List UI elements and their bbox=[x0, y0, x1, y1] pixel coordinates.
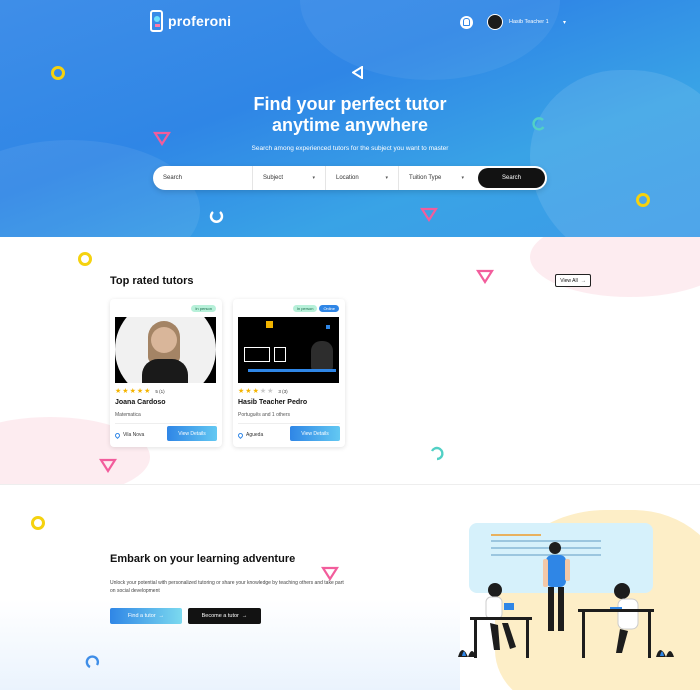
logo[interactable]: proferoni bbox=[150, 10, 231, 32]
tutor-name: Joana Cardoso bbox=[115, 399, 166, 406]
star-icon: ★ bbox=[115, 388, 122, 395]
star-rating: ★ ★ ★ ★ ★ 3 (3) bbox=[238, 388, 288, 395]
become-tutor-label: Become a tutor bbox=[201, 613, 239, 619]
hero-title-line: Find your perfect tutor bbox=[253, 94, 447, 114]
location-select[interactable]: Location ▾ bbox=[326, 166, 399, 190]
subject-label: Subject bbox=[263, 175, 284, 181]
chevron-down-icon: ▾ bbox=[385, 175, 388, 181]
user-name[interactable]: Hasib Teacher 1 bbox=[509, 19, 553, 26]
search-button[interactable]: Search bbox=[478, 168, 545, 188]
tutor-location: Agueda bbox=[236, 431, 264, 439]
location-text: Vila Nova bbox=[123, 432, 145, 438]
tutor-photo bbox=[238, 317, 339, 383]
rating-count: 5 (1) bbox=[155, 389, 165, 394]
in-person-tag: In person bbox=[191, 305, 216, 312]
location-text: Agueda bbox=[246, 432, 264, 438]
hero-title: Find your perfect tutor anytime anywhere bbox=[0, 94, 700, 136]
star-icon: ★ bbox=[136, 388, 144, 395]
star-icon: ★ bbox=[259, 388, 267, 395]
star-icon: ★ bbox=[144, 388, 151, 395]
tutor-subject: Português and 1 others bbox=[238, 412, 290, 418]
arrow-right-icon: → bbox=[241, 613, 248, 619]
search-bar: Search Subject ▾ Location ▾ Tuition Type… bbox=[153, 166, 547, 190]
tutor-name: Hasib Teacher Pedro bbox=[238, 399, 308, 406]
section-title: Top rated tutors bbox=[110, 275, 194, 287]
hero-blob bbox=[300, 0, 560, 80]
photo-body bbox=[142, 359, 188, 383]
tutor-card[interactable]: In person Online ★ ★ ★ ★ ★ 3 (3) Hasib T… bbox=[233, 299, 345, 447]
logo-text: proferoni bbox=[168, 13, 232, 29]
top-rated-section: Top rated tutors View All → In person ★ … bbox=[0, 237, 700, 484]
tuition-type-label: Tuition Type bbox=[409, 175, 442, 181]
online-tag: Online bbox=[319, 305, 339, 312]
triangle-decoration bbox=[476, 269, 494, 284]
photo-screen bbox=[274, 347, 286, 362]
tutor-location: Vila Nova bbox=[113, 431, 145, 439]
adventure-section: Embark on your learning adventure Unlock… bbox=[0, 484, 700, 690]
photo-face bbox=[151, 327, 177, 353]
become-tutor-button[interactable]: Become a tutor → bbox=[188, 608, 261, 624]
photo-desk bbox=[248, 369, 336, 372]
star-icon: ★ bbox=[122, 388, 129, 395]
photo-screen bbox=[244, 347, 270, 362]
arc-decoration bbox=[209, 211, 224, 223]
chevron-down-icon: ▾ bbox=[461, 175, 464, 181]
arrow-right-icon: → bbox=[580, 277, 586, 284]
star-icon: ★ bbox=[252, 388, 259, 395]
triangle-decoration bbox=[420, 207, 438, 222]
view-all-button[interactable]: View All → bbox=[555, 274, 591, 287]
chevron-down-icon: ▾ bbox=[312, 175, 315, 181]
location-label: Location bbox=[336, 175, 359, 181]
hero-section: proferoni Hasib Teacher 1 ▾ Find your pe… bbox=[0, 0, 700, 237]
photo-person bbox=[311, 341, 333, 371]
search-placeholder: Search bbox=[163, 175, 183, 181]
triangle-decoration bbox=[99, 458, 117, 473]
subject-select[interactable]: Subject ▾ bbox=[253, 166, 326, 190]
section-description: Unlock your potential with personalized … bbox=[110, 580, 344, 594]
photo-frame bbox=[266, 321, 273, 328]
find-tutor-button[interactable]: Find a tutor → bbox=[110, 608, 182, 624]
triangle-decoration bbox=[352, 66, 363, 79]
chevron-down-icon[interactable]: ▾ bbox=[563, 19, 566, 26]
avatar[interactable] bbox=[487, 14, 503, 30]
star-icon: ★ bbox=[267, 388, 274, 395]
user-menu[interactable]: Hasib Teacher 1 ▾ bbox=[460, 14, 566, 30]
divider bbox=[238, 423, 340, 424]
in-person-tag: In person bbox=[292, 305, 318, 312]
view-details-button[interactable]: View Details bbox=[290, 426, 340, 441]
tag-list: In person bbox=[191, 305, 216, 312]
tutor-subject: Matematica bbox=[115, 412, 141, 418]
star-icon: ★ bbox=[245, 388, 252, 395]
hero-subtitle: Search among experienced tutors for the … bbox=[251, 145, 449, 152]
tuition-type-select[interactable]: Tuition Type ▾ bbox=[399, 166, 474, 190]
star-icon: ★ bbox=[238, 388, 245, 395]
tutor-photo bbox=[115, 317, 216, 383]
arc-decoration bbox=[85, 655, 100, 669]
arc-decoration bbox=[430, 446, 444, 461]
photo-lamp bbox=[326, 325, 330, 329]
search-input[interactable]: Search bbox=[153, 166, 253, 190]
view-all-label: View All bbox=[560, 277, 578, 284]
tag-list: In person Online bbox=[292, 305, 339, 312]
location-pin-icon bbox=[113, 431, 122, 439]
star-rating: ★ ★ ★ ★ ★ 5 (1) bbox=[115, 388, 165, 395]
rating-count: 3 (3) bbox=[278, 389, 288, 394]
section-title: Embark on your learning adventure bbox=[110, 553, 296, 565]
yellow-ring-decoration bbox=[78, 252, 92, 266]
yellow-ring-decoration bbox=[51, 66, 65, 80]
location-pin-icon bbox=[236, 431, 245, 439]
notification-icon[interactable] bbox=[460, 15, 473, 29]
tutor-card[interactable]: In person ★ ★ ★ ★ ★ 5 (1) Joana Cardoso … bbox=[110, 299, 222, 447]
arrow-right-icon: → bbox=[158, 613, 165, 619]
background-blob bbox=[530, 237, 700, 297]
classroom-illustration bbox=[458, 542, 674, 658]
yellow-ring-decoration bbox=[31, 516, 45, 530]
yellow-ring-decoration bbox=[636, 193, 650, 207]
find-tutor-label: Find a tutor bbox=[127, 613, 156, 619]
view-details-button[interactable]: View Details bbox=[167, 426, 217, 441]
divider bbox=[115, 423, 217, 424]
logo-icon bbox=[150, 10, 163, 32]
hero-title-line: anytime anywhere bbox=[271, 115, 429, 135]
star-icon: ★ bbox=[129, 388, 136, 395]
